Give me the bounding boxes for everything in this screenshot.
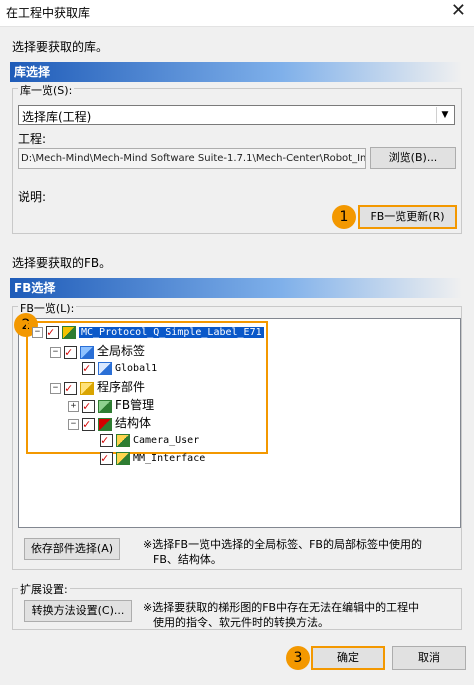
tree-checkbox[interactable] (100, 449, 113, 467)
conversion-note-line-1: ※选择要获取的梯形图的FB中存在无法在编辑中的工程中 (143, 601, 420, 614)
browse-button[interactable]: 浏览(B)... (370, 147, 456, 169)
ok-button[interactable]: 确定 (311, 646, 385, 670)
collapse-icon[interactable]: − (68, 418, 79, 430)
collapse-icon[interactable]: − (50, 382, 61, 394)
callout-1: 1 (332, 205, 356, 229)
tree-node[interactable]: Global1 (32, 359, 268, 378)
dependency-note-line-1: ※选择FB一览中选择的全局标签、FB的局部标签中使用的 (143, 538, 422, 551)
project-label: 工程: (18, 132, 47, 146)
struct-item-icon (116, 433, 130, 447)
tree-node[interactable]: − 全局标签 (32, 342, 268, 361)
tree-node[interactable]: − 结构体 (32, 414, 268, 433)
tree-node-label: MM_Interface (133, 453, 206, 464)
tree-node-label: 结构体 (115, 416, 152, 430)
lib-list-value: 选择库(工程) (22, 110, 92, 124)
tree-node-label: MC_Protocol_Q_Simple_Label_E71 (79, 327, 264, 338)
lib-list-label: 库一览(S): (18, 82, 75, 98)
tree-checkbox[interactable] (82, 415, 95, 433)
expand-icon[interactable]: + (68, 400, 79, 412)
collapse-icon[interactable]: − (32, 326, 43, 338)
tree-checkbox[interactable] (82, 359, 95, 377)
description-label: 说明: (18, 190, 47, 204)
program-parts-icon (80, 381, 94, 395)
tree-node-label: Camera_User (133, 435, 200, 446)
chevron-down-icon[interactable]: ▼ (436, 107, 453, 123)
dependency-select-button[interactable]: 依存部件选择(A) (24, 538, 120, 560)
tree-node-label: 程序部件 (97, 380, 146, 394)
window-title: 在工程中获取库 (6, 6, 91, 20)
fb-instruction: 选择要获取的FB。 (12, 256, 112, 270)
global-label-icon (80, 345, 94, 359)
tree-checkbox[interactable] (64, 379, 77, 397)
tree-rows: − MC_Protocol_Q_Simple_Label_E71 − 全局标签 Glob… (32, 323, 268, 468)
tree-checkbox[interactable] (100, 431, 113, 449)
project-path-field[interactable]: D:\Mech-Mind\Mech-Mind Software Suite-1.… (18, 148, 366, 169)
tree-node[interactable]: Camera_User (32, 431, 268, 450)
tree-node-label: FB管理 (115, 398, 155, 412)
lib-section-header: 库选择 (10, 62, 462, 82)
conversion-note: ※选择要获取的梯形图的FB中存在无法在编辑中的工程中 使用的指令、软元件时的转换… (143, 600, 461, 630)
label-table-icon (98, 361, 112, 375)
tree-node-label: Global1 (115, 363, 158, 374)
callout-3: 3 (286, 646, 310, 670)
fb-section-header: FB选择 (10, 278, 462, 298)
fb-list-update-button[interactable]: FB一览更新(R) (358, 205, 457, 229)
collapse-icon[interactable]: − (50, 346, 61, 358)
project-icon (62, 325, 76, 339)
fb-folder-icon (98, 399, 112, 413)
tree-node[interactable]: + FB管理 (32, 396, 268, 415)
lib-list-combo[interactable]: 选择库(工程) ▼ (18, 105, 455, 125)
lib-instruction: 选择要获取的库。 (12, 40, 109, 54)
cancel-button[interactable]: 取消 (392, 646, 466, 670)
title-bar: 在工程中获取库 ✕ (0, 0, 474, 27)
conversion-note-line-2: 使用的指令、软元件时的转换方法。 (153, 616, 329, 629)
struct-icon (98, 417, 112, 431)
conversion-settings-button[interactable]: 转换方法设置(C)... (24, 600, 132, 622)
tree-node[interactable]: MM_Interface (32, 449, 268, 468)
tree-node-label: 全局标签 (97, 344, 146, 358)
tree-checkbox[interactable] (46, 323, 59, 341)
tree-checkbox[interactable] (64, 343, 77, 361)
close-icon[interactable]: ✕ (451, 2, 466, 20)
dependency-note: ※选择FB一览中选择的全局标签、FB的局部标签中使用的 FB、结构体。 (143, 537, 461, 567)
extension-label: 扩展设置: (18, 581, 70, 597)
tree-node[interactable]: − MC_Protocol_Q_Simple_Label_E71 (32, 323, 268, 342)
dependency-note-line-2: FB、结构体。 (153, 553, 222, 566)
struct-item-icon (116, 451, 130, 465)
tree-checkbox[interactable] (82, 397, 95, 415)
tree-node[interactable]: − 程序部件 (32, 378, 268, 397)
